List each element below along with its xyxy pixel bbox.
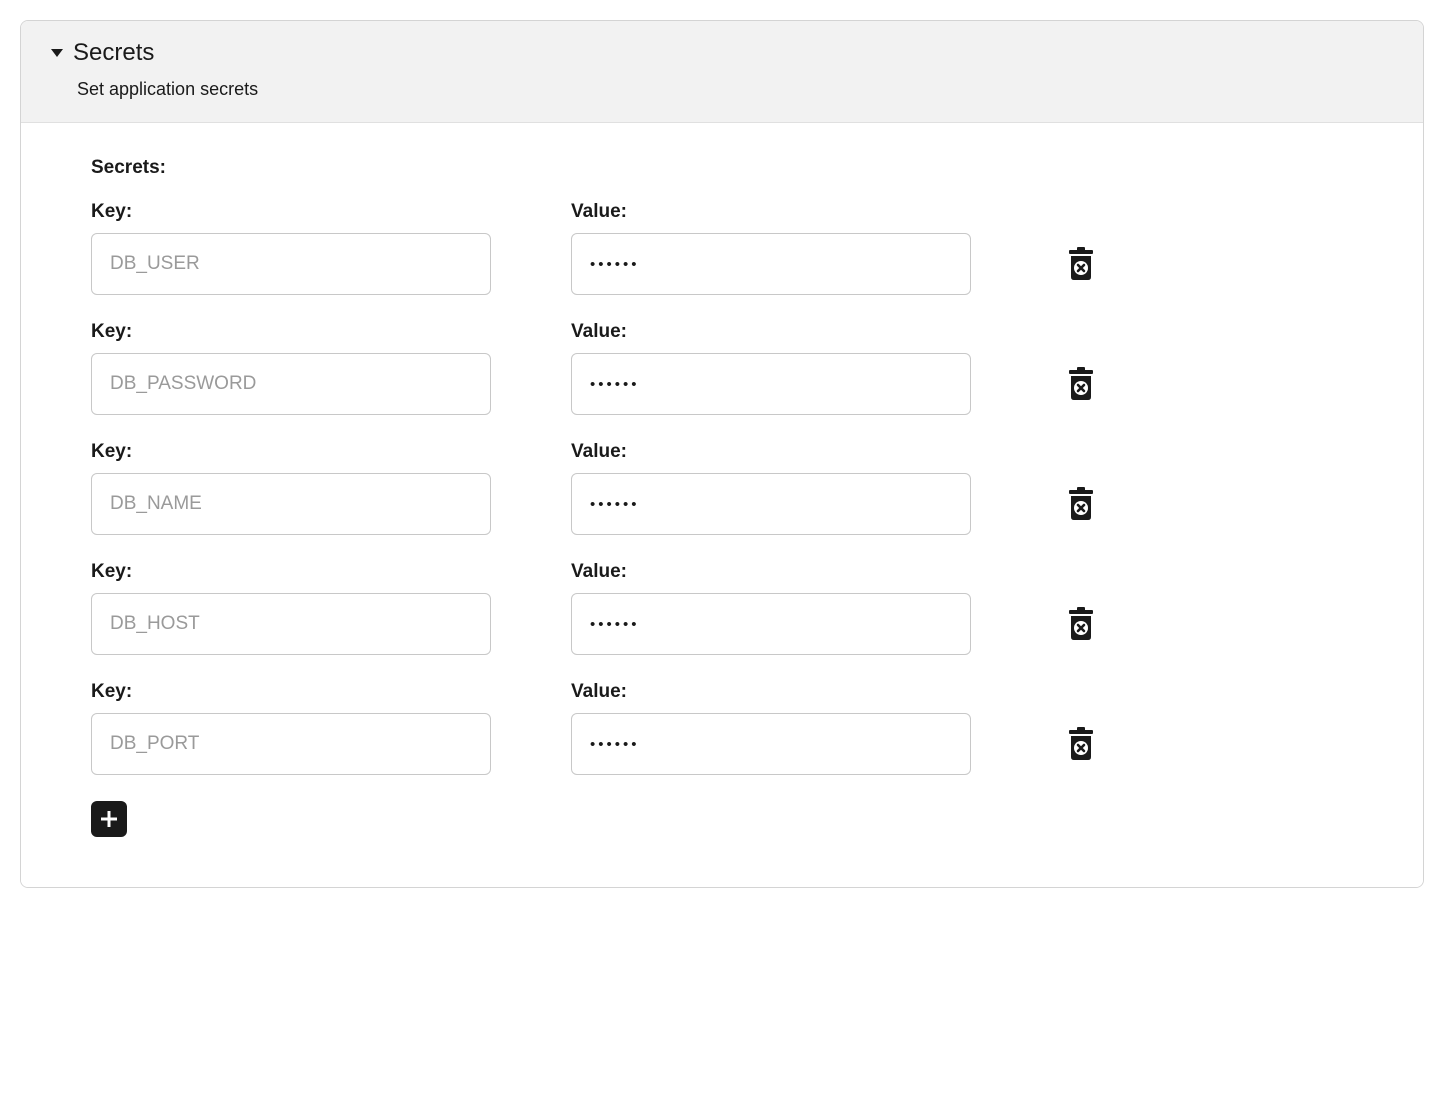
- secret-row: Key: Value:: [91, 321, 1353, 415]
- secret-value-input[interactable]: [571, 473, 971, 535]
- delete-cell: [1051, 473, 1111, 535]
- secret-value-input[interactable]: [571, 713, 971, 775]
- delete-secret-button[interactable]: [1063, 606, 1099, 642]
- caret-down-icon: [51, 49, 63, 57]
- key-field-group: Key:: [91, 321, 491, 415]
- key-label: Key:: [91, 321, 491, 343]
- value-field-group: Value:: [571, 321, 971, 415]
- trash-icon: [1066, 607, 1096, 641]
- key-field-group: Key:: [91, 681, 491, 775]
- secret-key-input[interactable]: [91, 713, 491, 775]
- trash-icon: [1066, 367, 1096, 401]
- trash-icon: [1066, 487, 1096, 521]
- secret-value-input[interactable]: [571, 593, 971, 655]
- trash-icon: [1066, 247, 1096, 281]
- secret-key-input[interactable]: [91, 353, 491, 415]
- plus-icon: [99, 809, 119, 829]
- delete-secret-button[interactable]: [1063, 246, 1099, 282]
- value-field-group: Value:: [571, 441, 971, 535]
- secret-key-input[interactable]: [91, 593, 491, 655]
- panel-subtitle: Set application secrets: [77, 79, 1393, 100]
- value-label: Value:: [571, 321, 971, 343]
- value-field-group: Value:: [571, 681, 971, 775]
- delete-secret-button[interactable]: [1063, 726, 1099, 762]
- panel-body: Secrets: Key:Value:Key:Value:Key:Value:K…: [21, 123, 1423, 887]
- add-secret-button[interactable]: [91, 801, 127, 837]
- delete-cell: [1051, 233, 1111, 295]
- secret-key-input[interactable]: [91, 473, 491, 535]
- secret-row: Key: Value:: [91, 681, 1353, 775]
- secrets-panel: Secrets Set application secrets Secrets:…: [20, 20, 1424, 888]
- delete-cell: [1051, 713, 1111, 775]
- key-field-group: Key:: [91, 561, 491, 655]
- key-label: Key:: [91, 201, 491, 223]
- secret-rows: Key: Value: Key: Value: Key: Value: Key: Value:…: [91, 201, 1353, 775]
- value-label: Value:: [571, 441, 971, 463]
- key-label: Key:: [91, 561, 491, 583]
- secret-key-input[interactable]: [91, 233, 491, 295]
- value-label: Value:: [571, 201, 971, 223]
- value-field-group: Value:: [571, 201, 971, 295]
- panel-title: Secrets: [73, 39, 154, 67]
- panel-header: Secrets Set application secrets: [21, 21, 1423, 123]
- secret-row: Key: Value:: [91, 561, 1353, 655]
- value-label: Value:: [571, 561, 971, 583]
- key-label: Key:: [91, 441, 491, 463]
- secret-row: Key: Value:: [91, 441, 1353, 535]
- secret-value-input[interactable]: [571, 233, 971, 295]
- delete-cell: [1051, 593, 1111, 655]
- delete-secret-button[interactable]: [1063, 486, 1099, 522]
- panel-title-row[interactable]: Secrets: [51, 39, 1393, 67]
- secret-row: Key: Value:: [91, 201, 1353, 295]
- delete-secret-button[interactable]: [1063, 366, 1099, 402]
- section-label: Secrets:: [91, 157, 1353, 179]
- value-field-group: Value:: [571, 561, 971, 655]
- delete-cell: [1051, 353, 1111, 415]
- key-field-group: Key:: [91, 201, 491, 295]
- key-field-group: Key:: [91, 441, 491, 535]
- key-label: Key:: [91, 681, 491, 703]
- value-label: Value:: [571, 681, 971, 703]
- trash-icon: [1066, 727, 1096, 761]
- secret-value-input[interactable]: [571, 353, 971, 415]
